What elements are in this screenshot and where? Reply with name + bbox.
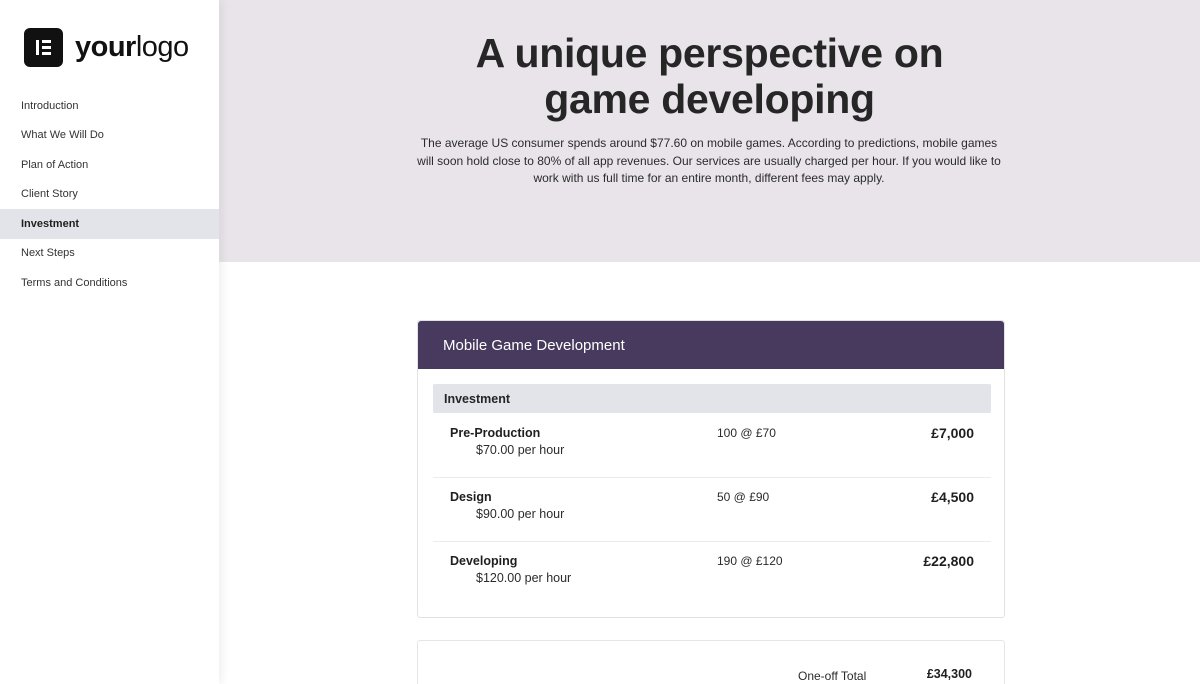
sidebar-item-terms-and-conditions[interactable]: Terms and Conditions [0,268,219,298]
line-item-amount: £7,000 [931,425,974,441]
logo[interactable]: yourlogo [24,28,189,67]
line-item-developing: Developing $120.00 per hour 190 @ £120 £… [433,543,991,606]
hero-description: The average US consumer spends around $7… [417,136,1001,185]
pricing-table: Mobile Game Development Investment Pre-P… [417,320,1005,618]
total-value: £34,300 [926,667,972,681]
sidebar-item-plan-of-action[interactable]: Plan of Action [0,150,219,180]
line-item-name: Design [450,490,492,504]
sidebar-item-investment[interactable]: Investment [0,209,219,239]
line-item-rate: $120.00 per hour [476,571,572,585]
line-item-rate: $90.00 per hour [476,507,565,521]
logo-icon [24,28,63,67]
line-item-rate: $70.00 per hour [476,443,565,457]
sidebar-item-introduction[interactable]: Introduction [0,91,219,121]
line-item-design: Design $90.00 per hour 50 @ £90 £4,500 [433,479,991,542]
line-item-pre-production: Pre-Production $70.00 per hour 100 @ £70… [433,415,991,478]
sidebar-item-client-story[interactable]: Client Story [0,180,219,210]
total-label: One-off Total [798,669,867,683]
line-item-quantity: 50 @ £90 [717,490,770,504]
line-item-amount: £4,500 [931,489,974,505]
sidebar-nav: Introduction What We Will Do Plan of Act… [0,91,219,298]
line-item-name: Developing [450,554,518,568]
line-item-quantity: 190 @ £120 [717,554,783,568]
sidebar-item-next-steps[interactable]: Next Steps [0,239,219,269]
sidebar: yourlogo Introduction What We Will Do Pl… [0,0,219,684]
pricing-section-header: Investment [433,384,991,413]
pricing-table-title: Mobile Game Development [418,321,1004,369]
line-item-name: Pre-Production [450,426,541,440]
line-item-amount: £22,800 [923,553,974,569]
hero-section: A unique perspective on game developing … [219,0,1200,262]
line-item-quantity: 100 @ £70 [717,426,776,440]
totals-card: One-off Total £34,300 [417,640,1005,684]
sidebar-item-what-we-will-do[interactable]: What We Will Do [0,121,219,151]
page-title: A unique perspective on game developing [475,30,944,122]
logo-text: yourlogo [75,31,189,63]
